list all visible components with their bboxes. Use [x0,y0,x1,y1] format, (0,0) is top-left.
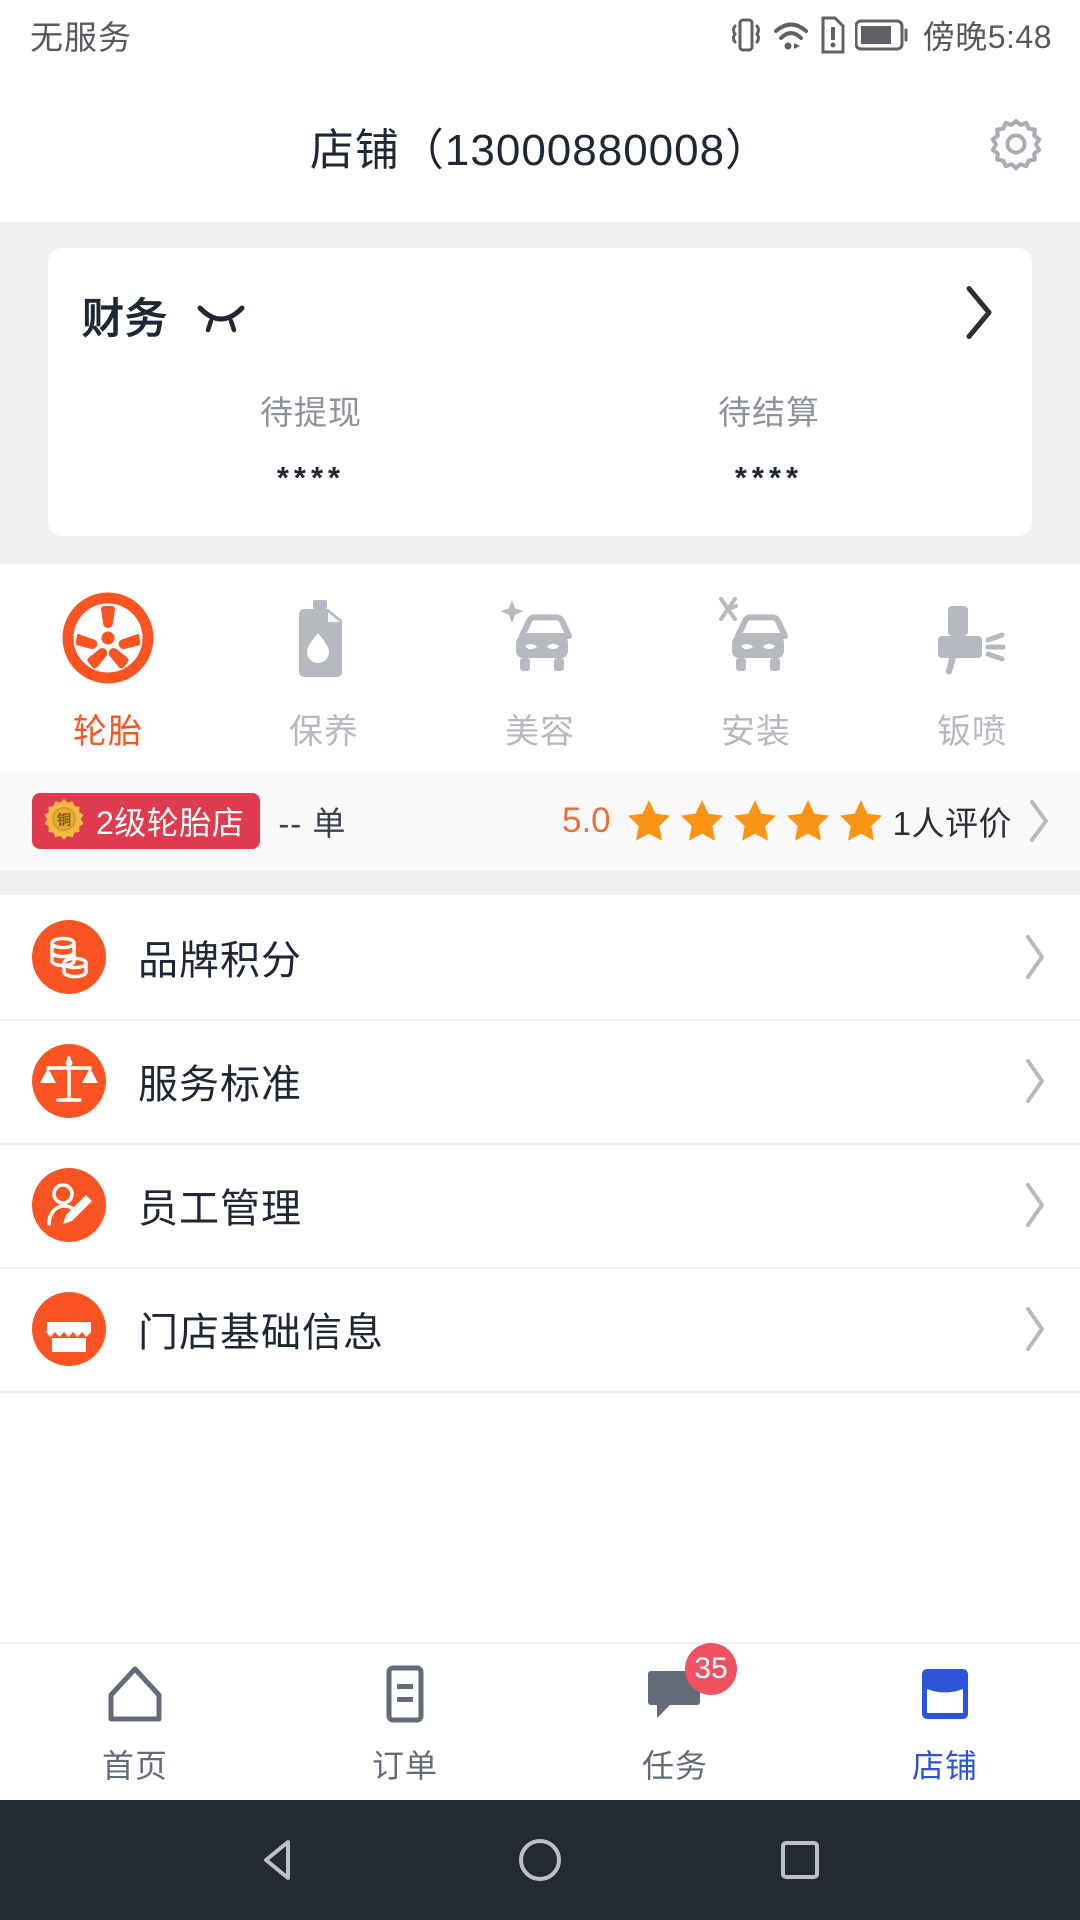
page-title: 店铺（13000880008） [309,126,771,175]
category-label: 保养 [289,713,359,751]
finance-card[interactable]: 财务 待提现 **** 待结算 **** [48,248,1032,536]
car-sparkle-icon [492,590,588,686]
order-count-label: -- 单 [278,805,347,842]
status-bar: 无服务 傍晚5:48 [0,0,1080,70]
finance-stat-pending-withdraw[interactable]: 待提现 **** [82,386,540,496]
home-icon [102,1657,168,1727]
category-tab-tire[interactable]: 轮胎 [0,590,216,753]
back-triangle-icon[interactable] [240,1820,320,1900]
spray-gun-icon [924,590,1020,686]
star-icon [627,800,670,841]
rating-score: 5.0 [561,801,611,840]
star-icon [839,800,882,841]
category-tabs: 轮胎 保养 美容 安装 钣喷 [0,564,1080,771]
vibrate-icon [729,15,763,55]
shop-icon [912,1657,978,1727]
finance-stat-pending-settle[interactable]: 待结算 **** [540,386,998,496]
finance-header: 财务 [82,282,998,348]
menu-item-brand-points[interactable]: 品牌积分 [0,895,1080,1019]
tab-tasks[interactable]: 35 任务 [540,1643,810,1800]
rating-chevron-right-icon[interactable] [1026,798,1052,844]
menu-item-service-standard[interactable]: 服务标准 [0,1019,1080,1143]
tab-label: 店铺 [911,1748,978,1784]
shop-level-badge: 铜 2级轮胎店 [32,793,261,849]
app-screen: 无服务 傍晚5:48 店铺（13000880008） 财务 待提现 **** 待… [0,0,1080,1920]
chevron-right-icon [1022,933,1048,981]
oil-can-icon [276,590,372,686]
tab-label: 订单 [371,1748,438,1784]
settings-button[interactable] [984,114,1048,178]
tab-label: 任务 [641,1748,708,1784]
gear-icon [987,115,1045,178]
recents-square-icon[interactable] [760,1820,840,1900]
finance-title: 财务 [82,294,169,342]
menu-item-label: 服务标准 [138,1063,302,1107]
task-badge: 35 [685,1643,737,1695]
shop-menu-list: 品牌积分 服务标准 员工管理 门店基础信息 [0,895,1080,1642]
tab-orders[interactable]: 订单 [270,1644,540,1800]
menu-item-label: 品牌积分 [138,939,302,983]
tab-shop[interactable]: 店铺 [810,1644,1080,1800]
scales-icon [30,1042,108,1120]
title-bar: 店铺（13000880008） [0,70,1080,222]
task-chat-icon: 35 [642,1643,737,1727]
status-icons: 傍晚5:48 [729,12,1052,58]
category-tab-install[interactable]: 安装 [648,590,864,753]
category-tab-paint[interactable]: 钣喷 [864,590,1080,753]
category-tab-maintenance[interactable]: 保养 [216,590,432,753]
menu-item-employee-management[interactable]: 员工管理 [0,1143,1080,1267]
sim-alert-icon [819,16,847,54]
stat-value: **** [734,460,804,495]
storefront-icon [30,1290,108,1368]
home-circle-icon[interactable] [500,1820,580,1900]
menu-item-store-basic-info[interactable]: 门店基础信息 [0,1267,1080,1391]
wifi-icon [771,15,811,55]
status-time: 傍晚5:48 [922,19,1052,55]
coins-icon [30,918,108,996]
car-wrench-icon [708,590,804,686]
category-label: 钣喷 [937,713,1007,751]
order-icon [372,1657,438,1727]
eye-closed-icon[interactable] [194,302,248,336]
star-icon [786,800,829,841]
employee-icon [30,1166,108,1244]
tab-home[interactable]: 首页 [0,1644,270,1800]
bronze-medal-icon: 铜 [42,797,86,846]
stat-label: 待结算 [718,394,820,431]
tab-label: 首页 [101,1748,168,1784]
svg-text:铜: 铜 [57,812,71,828]
chevron-right-icon [1022,1305,1048,1353]
finance-stats: 待提现 **** 待结算 **** [82,386,998,496]
bottom-tab-bar: 首页 订单 35 任务 店铺 [0,1642,1080,1800]
star-icon [733,800,776,841]
carrier-label: 无服务 [30,19,132,56]
finance-chevron-right-icon[interactable] [962,284,996,347]
shop-level-label: 2级轮胎店 [96,805,245,841]
section-divider [0,871,1080,895]
review-count-label: 1人评价 [892,805,1012,842]
menu-item-label: 员工管理 [138,1187,302,1231]
android-navigation-bar [0,1800,1080,1920]
chevron-right-icon [1022,1057,1048,1105]
rating-stars [623,795,887,847]
category-label: 安装 [721,713,791,751]
shop-rating-row[interactable]: 铜 2级轮胎店 -- 单 5.0 1人评价 [0,771,1080,871]
list-bottom-divider [0,1391,1080,1393]
chevron-right-icon [1022,1181,1048,1229]
category-tab-beauty[interactable]: 美容 [432,590,648,753]
stat-value: **** [276,460,346,495]
star-icon [680,800,723,841]
stat-label: 待提现 [260,394,362,431]
menu-item-label: 门店基础信息 [138,1311,384,1355]
tire-icon [60,590,156,686]
finance-section: 财务 待提现 **** 待结算 **** [0,222,1080,564]
category-label: 美容 [505,713,575,751]
category-label: 轮胎 [73,713,143,751]
battery-icon [854,18,911,52]
rating-cluster[interactable]: 5.0 1人评价 [562,795,1052,847]
